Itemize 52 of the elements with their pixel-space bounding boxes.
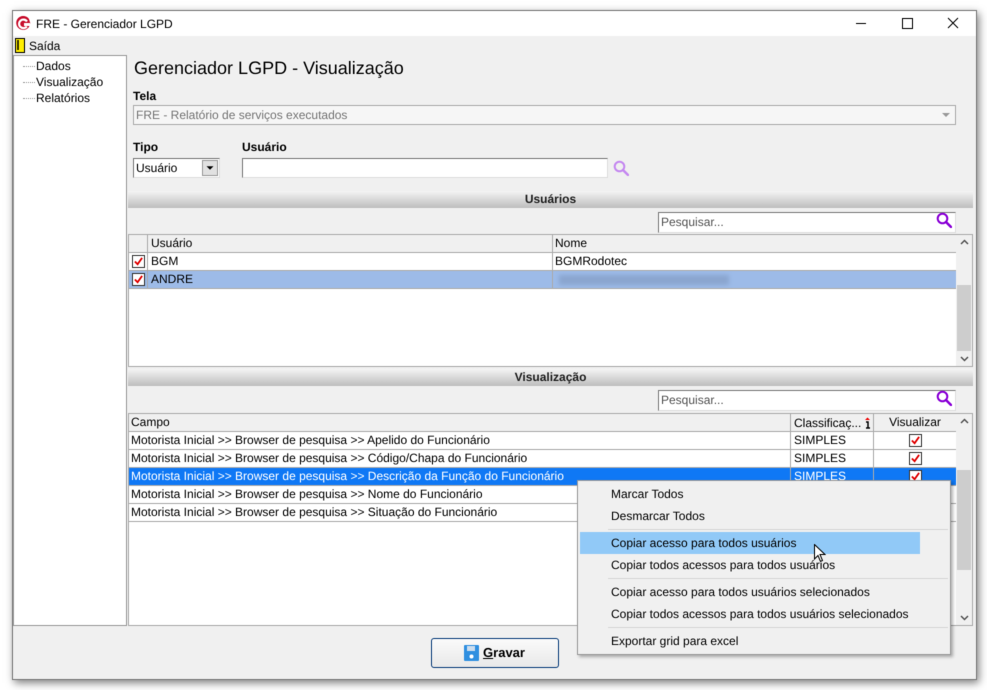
table-cell: BGM [148,253,553,270]
field-label: Usuário [242,139,288,156]
type-dropdown[interactable]: Usuário [133,158,220,178]
table-cell: ANDRE [148,271,553,288]
table-cell: SIMPLES [794,451,846,465]
scroll-up-icon[interactable] [960,239,968,245]
exit-door-icon [15,38,25,53]
user-input[interactable] [242,158,608,178]
table-row[interactable]: ANDRE [129,271,956,289]
tree-item[interactable]: Dados [35,57,72,75]
scroll-down-icon[interactable] [960,615,968,621]
checkbox[interactable] [908,434,922,447]
field-label: Tipo [133,139,160,156]
column-header[interactable]: Campo [129,414,791,431]
checkbox[interactable] [132,255,144,268]
search-field[interactable]: Pesquisar... [658,212,956,232]
table-cell: SIMPLES [794,469,846,483]
column-header[interactable]: Nome [553,235,956,252]
menu-item[interactable]: Copiar todos acessos para todos usuários [580,554,920,576]
scrollbar[interactable] [956,414,972,625]
menu-item[interactable]: Copiar todos acessos para todos usuários selecionados [580,603,920,625]
table-row[interactable]: BGM BGMRodotec [129,253,956,271]
tree-item[interactable]: Visualização [35,73,104,91]
scroll-down-icon[interactable] [960,356,968,362]
page-heading: Gerenciador LGPD - Visualização [134,57,405,80]
field-label: Tela [133,88,158,105]
table-cell: SIMPLES [794,433,846,447]
table-cell: Motorista Inicial >> Browser de pesquisa >> Código/Chapa do Funcionário [129,450,791,467]
column-header[interactable]: Classificaç... [794,414,862,432]
tree-item[interactable]: Relatórios [35,89,92,107]
sort-info-icon [864,416,872,428]
checkbox[interactable] [908,452,922,465]
scrollbar[interactable] [956,235,972,366]
scroll-up-icon[interactable] [960,418,968,424]
search-icon[interactable] [936,212,952,228]
checkbox[interactable] [132,273,144,286]
table-row[interactable]: Motorista Inicial >> Browser de pesquisa >> Apelido do Funcionário SIMPLES [129,432,956,450]
table-cell: Motorista Inicial >> Browser de pesquisa >> Apelido do Funcionário [129,432,791,449]
column-header[interactable]: Usuário [148,235,553,252]
section-header: Usuários [128,191,973,208]
table-cell: BGMRodotec [555,253,628,270]
save-button[interactable]: Gravar [430,638,558,668]
menu-item[interactable]: Copiar acesso para todos usuários selecionados [580,581,920,603]
menu-item[interactable]: Exportar grid para excel [580,630,920,652]
table-row[interactable]: Motorista Inicial >> Browser de pesquisa >> Código/Chapa do Funcionário SIMPLES [129,450,956,468]
search-icon[interactable] [936,390,952,406]
section-header: Visualização [128,369,973,386]
column-header[interactable]: Visualizar [874,414,956,431]
menu-item[interactable]: Copiar acesso para todos usuários [580,532,920,554]
search-field[interactable]: Pesquisar... [658,390,956,410]
menu-item[interactable]: Saída [13,36,62,54]
window-title: FRE - Gerenciador LGPD [36,16,173,32]
